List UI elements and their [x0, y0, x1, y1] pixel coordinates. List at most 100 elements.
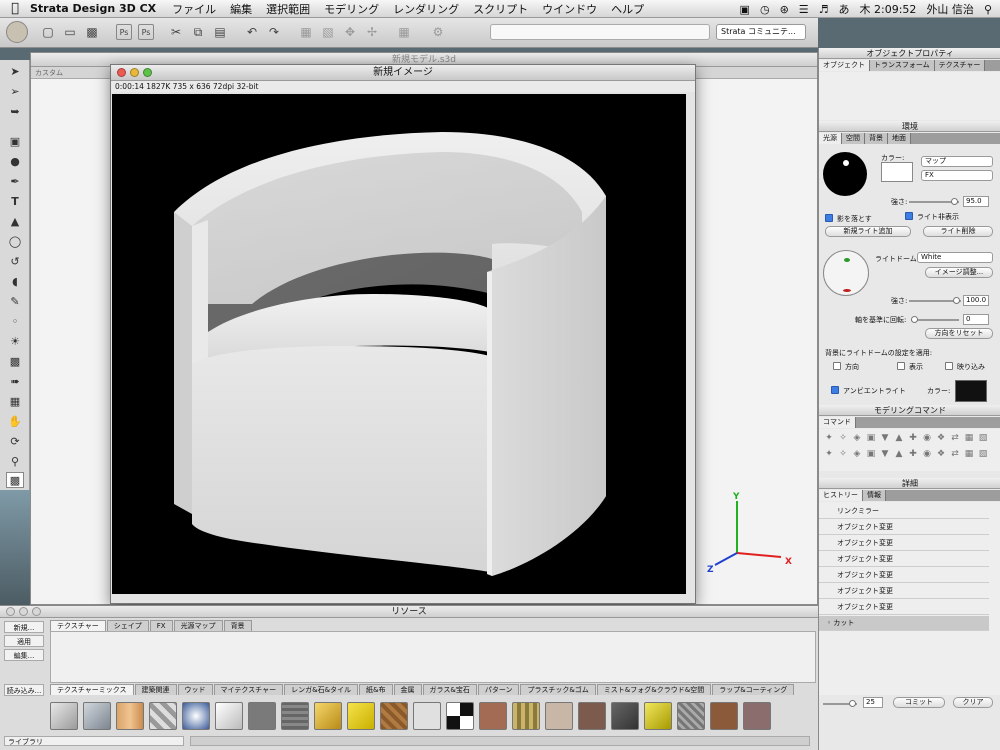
category-texture-mix[interactable]: テクスチャーミックス	[50, 684, 134, 695]
command-icon[interactable]: ✦	[823, 449, 835, 460]
time-machine-icon[interactable]: ◷	[760, 3, 770, 16]
command-icon[interactable]: ◈	[851, 449, 863, 460]
cube-icon[interactable]: ▣	[6, 134, 24, 150]
uv-icon[interactable]: ▦	[396, 24, 412, 40]
texture-thumb[interactable]	[710, 702, 738, 730]
texture-thumb[interactable]	[281, 702, 309, 730]
commit-button[interactable]: コミット	[893, 697, 945, 708]
camera-icon[interactable]: ▩	[6, 354, 24, 370]
command-icon[interactable]: ⇄	[949, 449, 961, 460]
paste-icon[interactable]: ▤	[212, 24, 228, 40]
resource-load-button[interactable]: 読み込み...	[4, 684, 44, 696]
history-item[interactable]: オブジェクト変更	[819, 536, 989, 551]
pen-icon[interactable]: ✒	[6, 174, 24, 190]
extrude-icon[interactable]: ▲	[6, 214, 24, 230]
menu-selection[interactable]: 選択範囲	[266, 1, 310, 17]
texture-thumb[interactable]	[743, 702, 771, 730]
light-color-swatch[interactable]	[881, 162, 913, 182]
texture-thumb[interactable]	[380, 702, 408, 730]
texture-thumb[interactable]	[83, 702, 111, 730]
tab-object[interactable]: オブジェクト	[819, 60, 870, 71]
tab-light-maps[interactable]: 光源マップ	[173, 620, 223, 631]
resource-new-button[interactable]: 新規...	[4, 621, 44, 633]
app-menu[interactable]: Strata Design 3D CX	[30, 2, 156, 15]
category-glass-gems[interactable]: ガラス&宝石	[422, 684, 477, 695]
tab-shapes[interactable]: シェイプ	[106, 620, 149, 631]
texture-thumb[interactable]	[347, 702, 375, 730]
spotlight-icon[interactable]: ⚲	[984, 3, 992, 16]
photoshop-link-icon[interactable]: Ps	[138, 24, 154, 40]
command-icon[interactable]: ▦	[963, 433, 975, 444]
copy-icon[interactable]: ⧉	[190, 24, 206, 40]
image-adjust-button[interactable]: イメージ調整...	[925, 267, 993, 278]
render-tool-icon[interactable]: ▩	[6, 472, 24, 488]
category-plastic-rubber[interactable]: プラスチック&ゴム	[520, 684, 596, 695]
tab-backgrounds[interactable]: 背景	[223, 620, 252, 631]
texture-thumb[interactable]	[446, 702, 474, 730]
history-item[interactable]: リンクミラー	[819, 504, 989, 519]
command-icon[interactable]: ▦	[963, 449, 975, 460]
tab-commands[interactable]: コマンド	[819, 417, 856, 428]
cast-shadow-checkbox[interactable]	[825, 214, 833, 222]
close-window-icon[interactable]	[117, 68, 126, 77]
thumbnail-scrollbar[interactable]	[190, 736, 810, 746]
fx-select[interactable]: FX	[921, 170, 993, 181]
reshape-arrow-icon[interactable]: ➢	[6, 84, 24, 100]
category-wrap-coating[interactable]: ラップ&コーティング	[712, 684, 795, 695]
command-icon[interactable]: ▲	[893, 449, 905, 460]
category-paper-cloth[interactable]: 紙&布	[359, 684, 393, 695]
tab-ground[interactable]: 地面	[888, 133, 911, 144]
command-icon[interactable]: ✦	[823, 433, 835, 444]
strata-logo-icon[interactable]	[6, 21, 28, 43]
boolean-icon[interactable]: ◖	[6, 274, 24, 290]
spotlight-tool-icon[interactable]: ☀	[6, 334, 24, 350]
command-icon[interactable]: ▣	[865, 433, 877, 444]
community-dropdown[interactable]: Strata コミュニテ...	[716, 24, 806, 40]
toolbar-search-field[interactable]	[490, 24, 710, 40]
lathe-icon[interactable]: ◯	[6, 234, 24, 250]
menu-file[interactable]: ファイル	[172, 1, 216, 17]
category-architecture[interactable]: 建築関連	[134, 684, 177, 695]
tab-light[interactable]: 光源	[819, 133, 842, 144]
rotate-slider[interactable]	[911, 319, 959, 321]
texture-thumb[interactable]	[611, 702, 639, 730]
texture-thumb[interactable]	[512, 702, 540, 730]
sphere-icon[interactable]: ●	[6, 154, 24, 170]
category-patterns[interactable]: パターン	[477, 684, 520, 695]
redo-icon[interactable]: ↷	[266, 24, 282, 40]
tab-background[interactable]: 背景	[865, 133, 888, 144]
tab-textures[interactable]: テクスチャー	[50, 620, 106, 631]
minimize-window-icon[interactable]	[130, 68, 139, 77]
tab-transform[interactable]: トランスフォーム	[870, 60, 935, 71]
save-icon[interactable]: ▩	[84, 24, 100, 40]
apply-direction-checkbox[interactable]	[833, 362, 841, 370]
command-icon[interactable]: ✚	[907, 433, 919, 444]
light-dome-select[interactable]: White	[917, 252, 993, 263]
menu-modeling[interactable]: モデリング	[324, 1, 379, 17]
menu-window[interactable]: ウインドウ	[542, 1, 597, 17]
reset-direction-button[interactable]: 方向をリセット	[925, 328, 993, 339]
tab-history[interactable]: ヒストリー	[819, 490, 863, 501]
group-icon[interactable]: ▧	[320, 24, 336, 40]
command-icon[interactable]: ✧	[837, 433, 849, 444]
category-my-textures[interactable]: マイテクスチャー	[213, 684, 284, 695]
command-icon[interactable]: ▣	[865, 449, 877, 460]
rotate-view-icon[interactable]: ⟳	[6, 434, 24, 450]
resource-apply-button[interactable]: 適用	[4, 635, 44, 647]
grid-icon[interactable]: ▦	[6, 394, 24, 410]
align-icon[interactable]: ▦	[298, 24, 314, 40]
rotate-slider-knob[interactable]	[911, 316, 918, 323]
command-icon[interactable]: ✚	[907, 449, 919, 460]
texture-thumb[interactable]	[116, 702, 144, 730]
text-tool-icon[interactable]: T	[6, 194, 24, 210]
hide-light-checkbox[interactable]	[905, 212, 913, 220]
texture-thumb[interactable]	[215, 702, 243, 730]
category-metal[interactable]: 金属	[393, 684, 422, 695]
new-file-icon[interactable]: ▢	[40, 24, 56, 40]
cut-icon[interactable]: ✂	[168, 24, 184, 40]
command-icon[interactable]: ⇄	[949, 433, 961, 444]
node-select-icon[interactable]: ➥	[6, 104, 24, 120]
tab-fx[interactable]: FX	[149, 620, 173, 631]
paint-icon[interactable]: ✎	[6, 294, 24, 310]
history-item[interactable]: オブジェクト変更	[819, 520, 989, 535]
